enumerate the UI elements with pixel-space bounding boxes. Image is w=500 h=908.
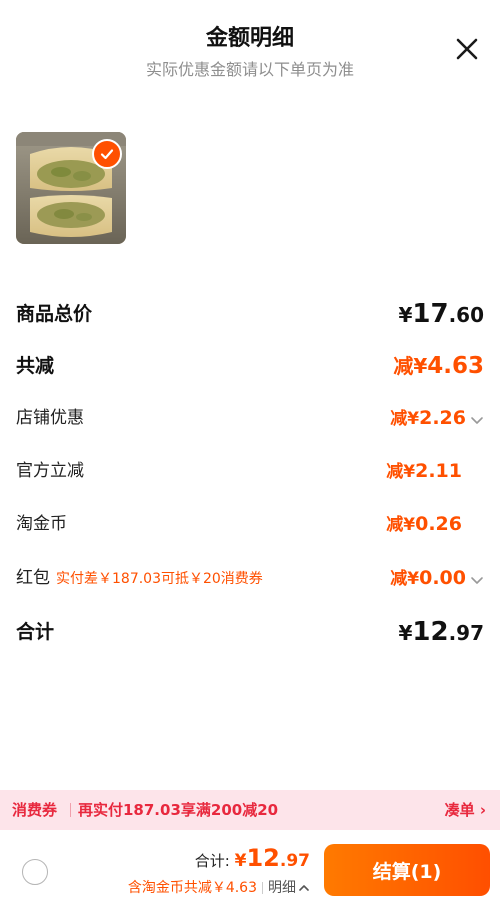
red-packet-hint: 实付差￥187.03可抵￥20消费券 <box>56 571 263 587</box>
sheet-header: 金额明细 实际优惠金额请以下单页为准 <box>0 0 500 92</box>
official-discount-row: 官方立减 减¥2.11 <box>16 451 484 491</box>
official-discount-value: 减¥2.11 <box>386 460 462 482</box>
total-discount-value: 减¥4.63 <box>393 353 484 379</box>
sum-label: 合计 <box>16 621 55 643</box>
chevron-down-icon <box>471 576 483 584</box>
taojinbi-row: 淘金币 减¥0.26 <box>16 504 484 544</box>
taojinbi-label: 淘金币 <box>16 514 67 534</box>
sum-row: 合计 ¥12.97 <box>16 612 484 652</box>
taojinbi-value: 减¥0.26 <box>386 513 462 535</box>
shop-discount-value: 减¥2.26 <box>390 398 484 439</box>
sheet-subtitle: 实际优惠金额请以下单页为准 <box>145 60 354 79</box>
add-items-link[interactable]: 凑单 › <box>445 790 486 830</box>
shop-discount-label: 店铺优惠 <box>16 408 84 428</box>
footer-discount-text: 含淘金币共减￥4.63 <box>127 880 257 896</box>
checkout-button[interactable]: 结算(1) <box>324 844 490 896</box>
footer-total-price: ¥12.97 <box>234 844 310 872</box>
sum-value: ¥12.97 <box>398 617 484 647</box>
goods-total-value: ¥17.60 <box>398 299 484 329</box>
coupon-tag: 消费券 <box>12 801 58 819</box>
chevron-down-icon <box>471 416 483 424</box>
sheet-title: 金额明细 <box>205 26 294 51</box>
footer-total-label: 合计: <box>194 852 235 870</box>
red-packet-row[interactable]: 红包 实付差￥187.03可抵￥20消费券 减¥0.00 <box>16 558 484 598</box>
select-all-radio[interactable] <box>22 859 48 885</box>
check-icon <box>100 149 114 160</box>
goods-total-label: 商品总价 <box>16 303 93 325</box>
total-discount-row: 共减 减¥4.63 <box>16 346 484 386</box>
shop-discount-row[interactable]: 店铺优惠 减¥2.26 <box>16 398 484 438</box>
red-packet-value: 减¥0.00 <box>390 558 484 599</box>
footer-divider <box>262 882 263 894</box>
checkout-footer: 合计: ¥12.97 含淘金币共减￥4.63 明细 结算(1) <box>0 830 500 908</box>
promo-divider <box>70 803 71 817</box>
official-discount-label: 官方立减 <box>16 461 84 481</box>
footer-total: 合计: ¥12.97 <box>195 844 310 872</box>
footer-discount-summary: 含淘金币共减￥4.63 明细 <box>128 877 310 897</box>
chevron-up-icon <box>299 885 309 891</box>
goods-total-row: 商品总价 ¥17.60 <box>16 294 484 334</box>
price-detail-sheet: 金额明细 实际优惠金额请以下单页为准 商品总价 ¥17.60 共减 减¥4.63… <box>0 0 500 908</box>
red-packet-label: 红包 实付差￥187.03可抵￥20消费券 <box>16 568 263 588</box>
coupon-promo-bar: 消费券 再实付187.03享满200减20 凑单 › <box>0 790 500 830</box>
coupon-promo-text: 再实付187.03享满200减20 <box>78 801 279 819</box>
close-button[interactable] <box>451 33 483 65</box>
detail-toggle[interactable]: 明细 <box>268 880 310 896</box>
selected-check-badge[interactable] <box>92 139 122 169</box>
total-discount-label: 共减 <box>16 355 55 377</box>
close-icon <box>456 38 478 60</box>
